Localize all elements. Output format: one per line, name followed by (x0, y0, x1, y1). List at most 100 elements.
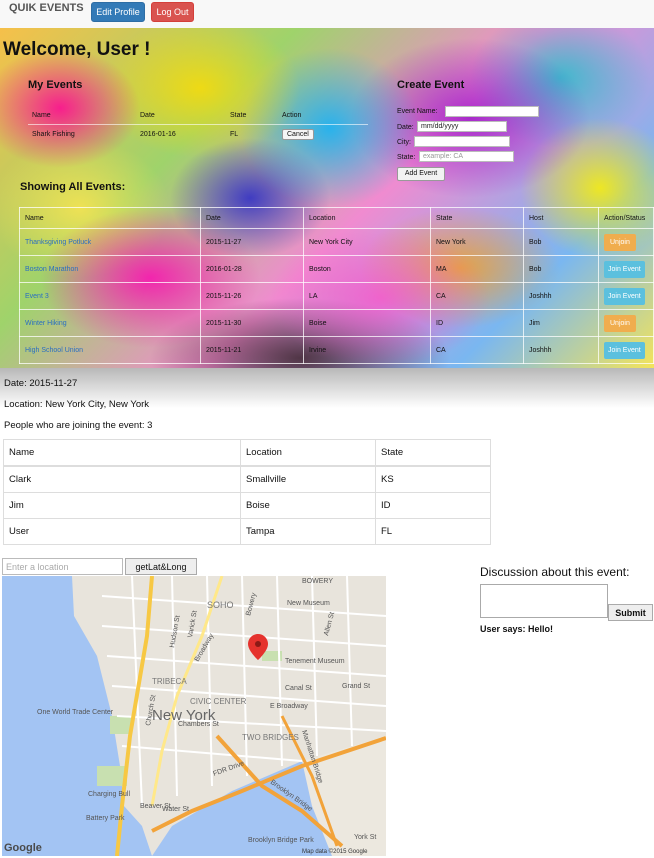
date-input[interactable]: mm/dd/yyyy (417, 121, 507, 132)
comment-text: User says: Hello! (480, 624, 554, 634)
add-event-button[interactable]: Add Event (397, 167, 445, 181)
header-cell: Action (278, 106, 368, 125)
table-row: Thanksgiving Potluck 2015-11-27 New York… (19, 228, 654, 256)
table-row: Event 3 2015-11-26 LA CA Joshhh Join Eve… (19, 282, 654, 310)
park (110, 716, 132, 734)
cancel-button[interactable]: Cancel (282, 128, 314, 140)
table-row: Shark Fishing 2016-01-16 FL Cancel (28, 125, 368, 144)
event-date: 2016-01-28 (200, 255, 304, 283)
event-location: LA (303, 282, 431, 310)
table-row: Boston Marathon 2016-01-28 Boston MA Bob… (19, 255, 654, 283)
map-attribution: Map data ©2015 Google (302, 848, 368, 855)
city-input[interactable] (414, 136, 510, 147)
map-label: Water St (162, 806, 189, 813)
map-label: Charging Bull (88, 791, 130, 798)
event-location: Irvine (303, 336, 431, 364)
map-label: York St (354, 834, 376, 841)
header-cell: Date (200, 207, 304, 229)
table-header-row: Name Date State Action (28, 106, 368, 125)
event-link[interactable]: Event 3 (25, 293, 49, 300)
join-event-button[interactable]: Join Event (604, 341, 645, 359)
map-label: TRIBECA (152, 677, 187, 686)
event-link[interactable]: High School Union (25, 347, 83, 354)
event-host: Joshhh (523, 336, 599, 364)
welcome-heading: Welcome, User ! (3, 39, 151, 60)
park (97, 766, 127, 786)
joiners-table: Name Location State Clark Smallville KS … (3, 439, 491, 545)
header-cell: Date (136, 106, 226, 125)
table-row: Jim Boise ID (3, 492, 491, 519)
joiner-location: Boise (240, 492, 376, 519)
event-link[interactable]: Thanksgiving Potluck (25, 239, 91, 246)
event-date: 2015-11-26 (200, 282, 304, 310)
table-row: User Tampa FL (3, 518, 491, 545)
joiner-location: Smallville (240, 465, 376, 493)
map[interactable]: BOWERY New Museum SOHO TRIBECA CIVIC CEN… (2, 576, 386, 856)
event-location: Boise (303, 309, 431, 337)
header-cell: Location (240, 439, 376, 467)
map-canvas[interactable]: BOWERY New Museum SOHO TRIBECA CIVIC CEN… (2, 576, 386, 856)
header-cell: Name (19, 207, 201, 229)
map-label: CIVIC CENTER (190, 697, 247, 706)
event-date: 2016-01-16 (140, 130, 176, 138)
date-label: Date: (397, 124, 414, 131)
brand-tab[interactable]: QUIK EVENTS (9, 2, 84, 14)
my-events-title: My Events (28, 79, 83, 91)
event-state: MA (430, 255, 524, 283)
unjoin-button[interactable]: Unjoin (604, 314, 636, 332)
map-label: One World Trade Center (37, 709, 114, 716)
map-label: SOHO (207, 600, 234, 610)
get-lat-long-button[interactable]: getLat&Long (125, 558, 197, 575)
map-label: FDR Drive (212, 760, 245, 778)
map-label: Canal St (285, 685, 312, 692)
map-label: Brooklyn Bridge Park (248, 837, 314, 844)
event-state: CA (430, 282, 524, 310)
map-label: E Broadway (270, 703, 308, 710)
join-event-button[interactable]: Join Event (604, 260, 645, 278)
joiner-state: ID (375, 492, 491, 519)
unjoin-button[interactable]: Unjoin (604, 233, 636, 251)
event-host: Jim (523, 309, 599, 337)
logout-button[interactable]: Log Out (151, 2, 194, 22)
event-name-input[interactable] (445, 106, 539, 117)
joiner-state: FL (375, 518, 491, 545)
event-state: ID (430, 309, 524, 337)
event-state: New York (430, 228, 524, 256)
joiner-location: Tampa (240, 518, 376, 545)
map-label: Tenement Museum (285, 658, 345, 665)
detail-location: Location: New York City, New York (4, 399, 150, 410)
event-name: Shark Fishing (32, 130, 75, 138)
event-location: Boston (303, 255, 431, 283)
header-cell: Name (3, 439, 241, 467)
join-event-button[interactable]: Join Event (604, 287, 645, 305)
header-cell: State (226, 106, 278, 125)
map-label: Battery Park (86, 815, 125, 822)
event-link[interactable]: Boston Marathon (25, 266, 78, 273)
header-cell: Action/Status (598, 207, 654, 229)
edit-profile-button[interactable]: Edit Profile (91, 2, 145, 22)
event-host: Bob (523, 255, 599, 283)
header-cell: State (375, 439, 491, 467)
event-host: Joshhh (523, 282, 599, 310)
map-label: Bowery (245, 592, 258, 617)
table-row: Winter Hiking 2015-11-30 Boise ID Jim Un… (19, 309, 654, 337)
map-label: BOWERY (302, 578, 333, 585)
event-name-label: Event Name: (397, 108, 438, 115)
map-label: TWO BRIDGES (242, 733, 299, 742)
table-header-row: Name Date Location State Host Action/Sta… (19, 207, 654, 229)
discussion-textarea[interactable] (480, 584, 608, 618)
table-header-row: Name Location State (3, 439, 491, 467)
state-input[interactable]: example: CA (419, 151, 514, 162)
submit-button[interactable]: Submit (608, 604, 653, 621)
all-events-table: Name Date Location State Host Action/Sta… (19, 207, 654, 364)
joiner-name: Jim (3, 492, 241, 519)
location-input[interactable]: Enter a location (2, 558, 123, 575)
event-link[interactable]: Winter Hiking (25, 320, 67, 327)
header-cell: Host (523, 207, 599, 229)
header-cell: Name (28, 106, 136, 125)
google-logo: Google (4, 842, 42, 854)
joiner-name: Clark (3, 465, 241, 493)
joiner-name: User (3, 518, 241, 545)
table-row: High School Union 2015-11-21 Irvine CA J… (19, 336, 654, 364)
state-label: State: (397, 154, 416, 161)
